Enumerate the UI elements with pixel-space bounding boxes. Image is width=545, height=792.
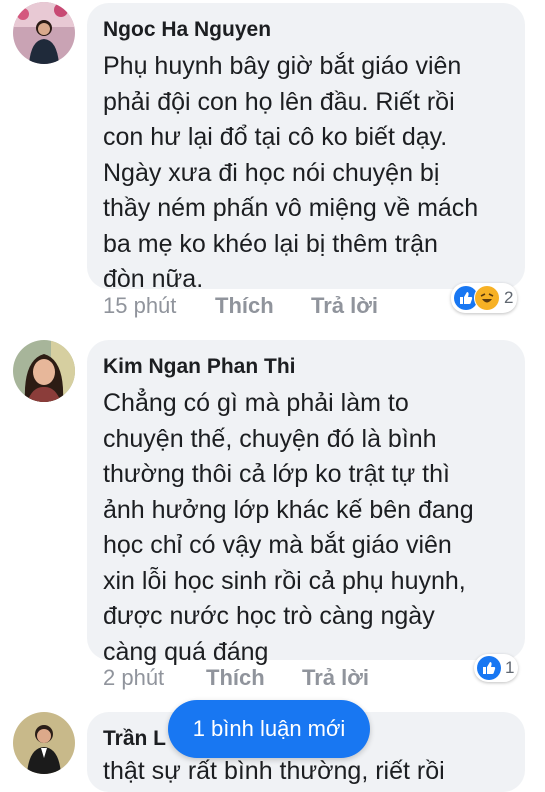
- comment-actions: 2 phút Thích Trả lời: [103, 665, 369, 691]
- reply-button[interactable]: Trả lời: [302, 665, 369, 691]
- comment-bubble: Ngoc Ha Nguyen Phụ huynh bây giờ bắt giá…: [87, 3, 525, 293]
- comment-text: Phụ huynh bây giờ bắt giáo viên phải đội…: [103, 52, 479, 293]
- comment-author[interactable]: Kim Ngan Phan Thi: [103, 354, 507, 380]
- reaction-count: 2: [504, 288, 514, 307]
- reply-button[interactable]: Trả lời: [311, 293, 378, 319]
- comment-author[interactable]: Ngoc Ha Nguyen: [103, 17, 507, 43]
- avatar[interactable]: [13, 712, 75, 774]
- reactions-summary[interactable]: 2: [451, 283, 518, 313]
- like-button[interactable]: Thích: [206, 665, 302, 691]
- avatar[interactable]: [13, 2, 75, 64]
- comment-time[interactable]: 2 phút: [103, 665, 206, 691]
- comment-text: thật sự rất bình thường, riết rồi: [103, 757, 445, 785]
- reactions-summary[interactable]: 1: [474, 654, 519, 682]
- comment-bubble: Kim Ngan Phan Thi Chẳng có gì mà phải là…: [87, 340, 525, 666]
- reaction-count: 1: [505, 658, 515, 677]
- comment-actions: 15 phút Thích Trả lời: [103, 293, 378, 319]
- like-icon: [477, 656, 501, 680]
- avatar[interactable]: [13, 340, 75, 402]
- haha-icon: [474, 285, 500, 311]
- like-button[interactable]: Thích: [215, 293, 311, 319]
- comment-time[interactable]: 15 phút: [103, 293, 215, 319]
- new-comments-button[interactable]: 1 bình luận mới: [168, 700, 370, 758]
- comment-text: Chẳng có gì mà phải làm to chuyện thế, c…: [103, 389, 474, 666]
